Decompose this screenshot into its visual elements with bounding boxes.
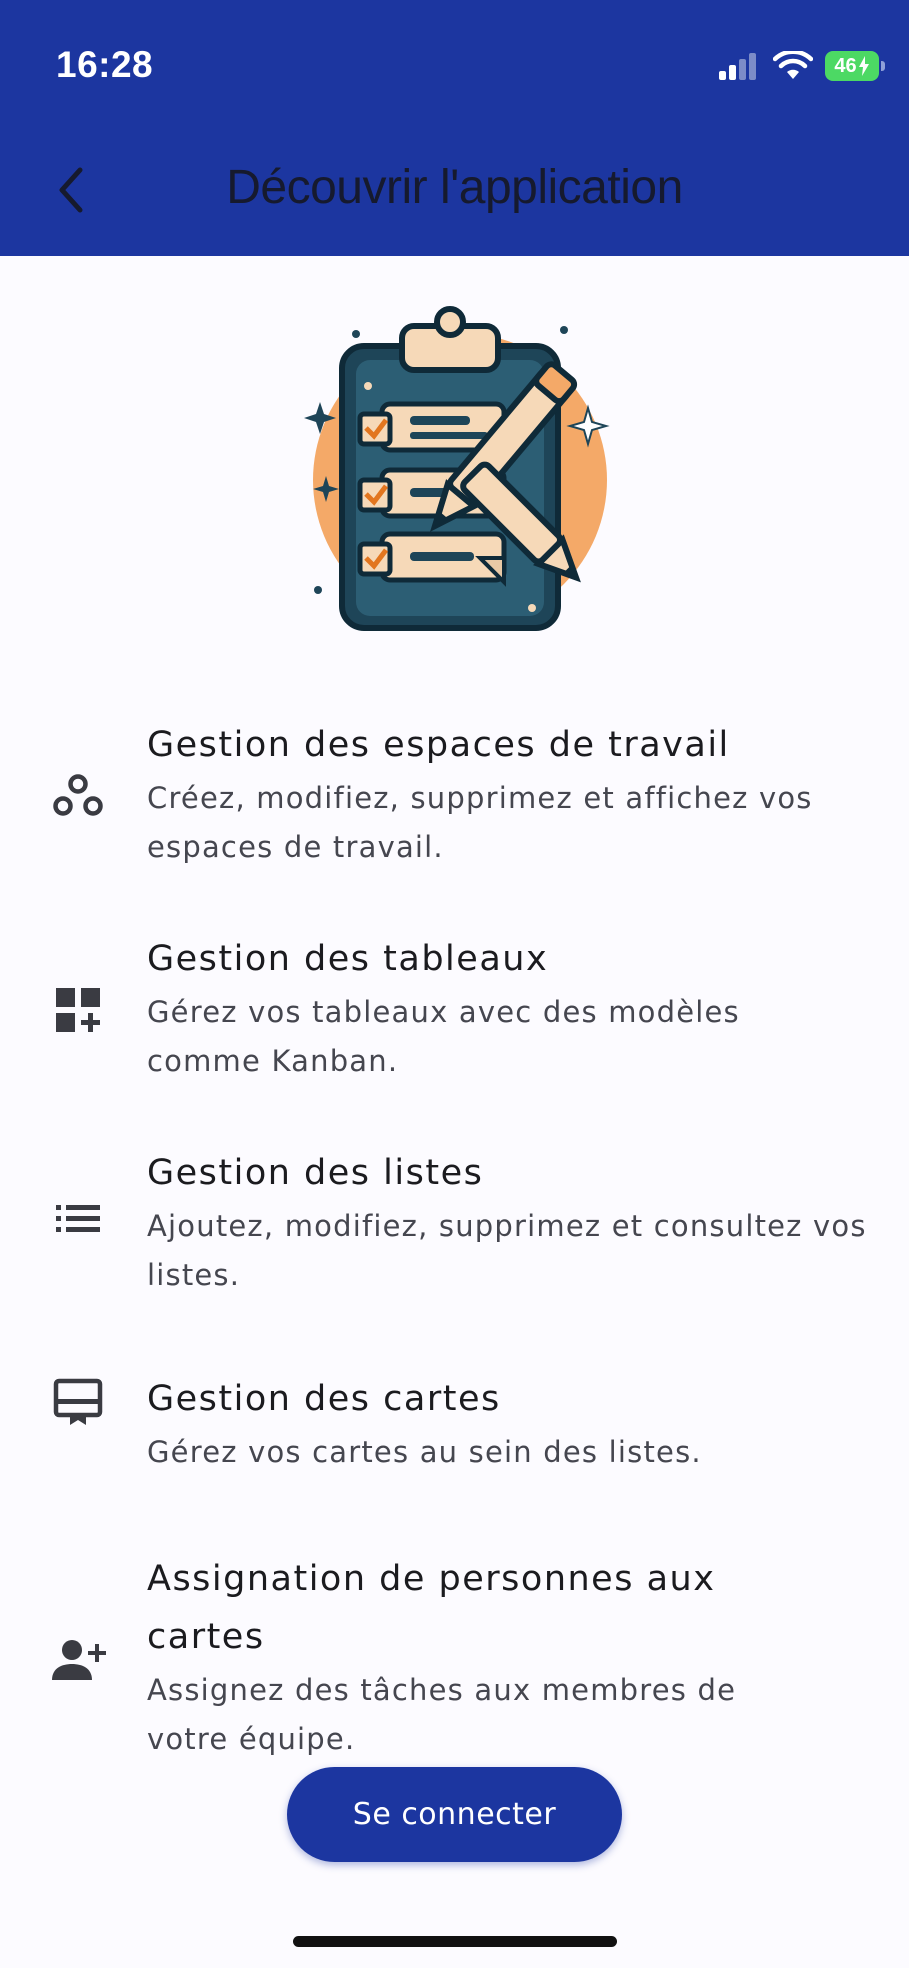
feature-description: Gérez vos cartes au sein des listes. [147, 1435, 702, 1469]
cellular-signal-icon [719, 53, 756, 80]
feature-description: Assignez des tâches aux membres de votre… [147, 1673, 737, 1756]
battery-level: 46 [834, 54, 857, 77]
login-button[interactable]: Se connecter [287, 1767, 622, 1862]
status-icons: 46 [717, 48, 885, 84]
dashboard-add-icon [48, 980, 108, 1040]
feature-title: Gestion des listes [147, 1153, 484, 1193]
feature-title: Gestion des espaces de travail [147, 725, 730, 765]
feature-title: Assignation de personnes aux cartes [147, 1559, 716, 1657]
checklist-illustration [304, 306, 610, 631]
page-title: Découvrir l'application [226, 161, 683, 214]
wifi-icon [773, 51, 813, 79]
workspaces-icon [48, 766, 108, 826]
feature-title: Gestion des cartes [147, 1379, 501, 1419]
feature-title: Gestion des tableaux [147, 939, 549, 979]
app-screen: 16:28 46 Découvrir l'application Gestion… [0, 0, 909, 1968]
status-time: 16:28 [56, 44, 154, 85]
home-indicator[interactable] [293, 1936, 617, 1947]
card-icon [48, 1372, 108, 1432]
charging-bolt-icon [858, 56, 869, 76]
battery-indicator: 46 [825, 51, 885, 81]
feature-description: Créez, modifiez, supprimez et affichez v… [147, 781, 813, 864]
feature-description: Ajoutez, modifiez, supprimez et consulte… [147, 1209, 867, 1292]
battery-cap [881, 61, 885, 71]
feature-description: Gérez vos tableaux avec des modèles comm… [147, 995, 740, 1078]
person-add-icon [48, 1630, 108, 1690]
app-header: 16:28 46 Découvrir l'application [0, 0, 909, 256]
list-icon [48, 1188, 108, 1248]
